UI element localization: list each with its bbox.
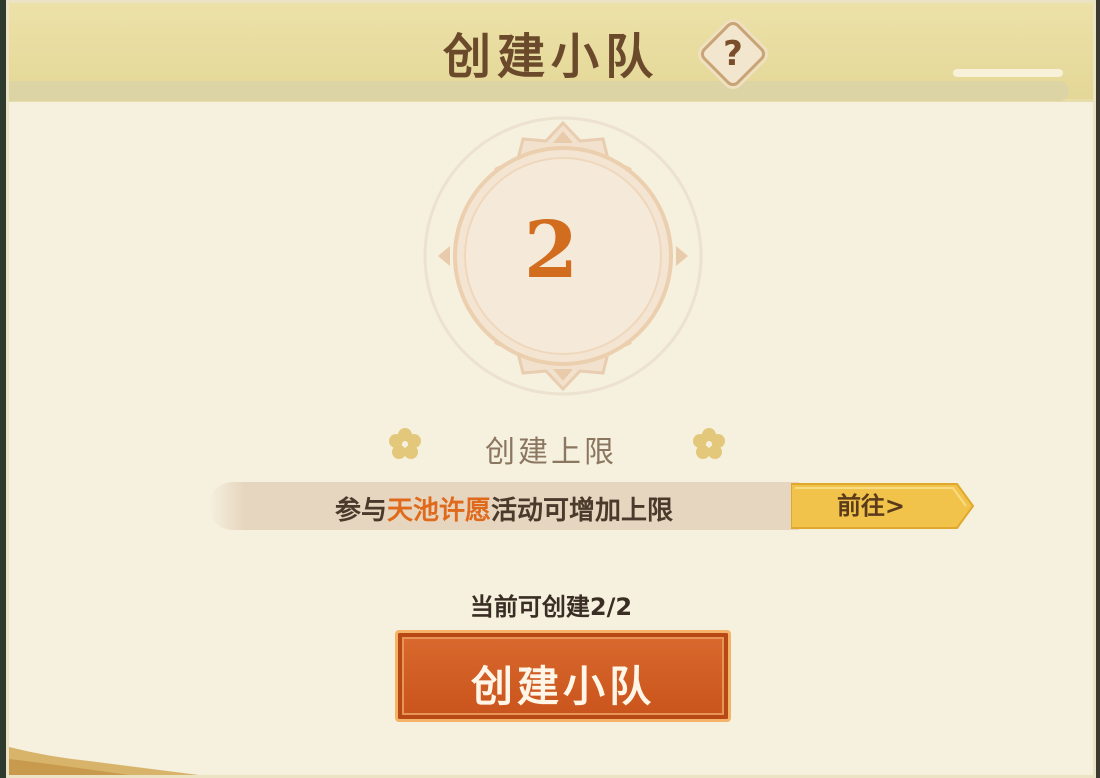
create-team-label: 创建小队 [470,662,655,711]
create-team-button[interactable]: 创建小队 [395,630,731,722]
event-name-highlight: 天池许愿 [386,496,491,526]
event-hint-text: 参与天池许愿活动可增加上限 [209,490,799,527]
hint-text-after: 活动可增加上限 [491,496,674,526]
help-button[interactable]: ? [697,18,769,90]
dialog-title: 创建小队 [442,29,659,85]
team-count-value: 2 [523,205,579,296]
question-icon: ? [723,34,743,74]
create-quota-status: 当前可创建2/2 [469,593,633,621]
goto-label: 前往> [836,492,906,520]
dialog-header: 创建小队 ? [9,3,1093,102]
flower-icon-right [693,428,725,459]
goto-event-button[interactable]: 前往> [791,482,975,530]
event-hint-banner: 参与天池许愿活动可增加上限 [209,482,799,530]
hint-text-before: 参与 [334,496,387,526]
limit-label: 创建上限 [485,435,617,470]
corner-decoration [9,747,199,775]
create-team-dialog: 创建小队 ? 2 创建上限 参与天池许愿活动可增加上限 前往> 当前可创建2/2… [6,0,1096,778]
